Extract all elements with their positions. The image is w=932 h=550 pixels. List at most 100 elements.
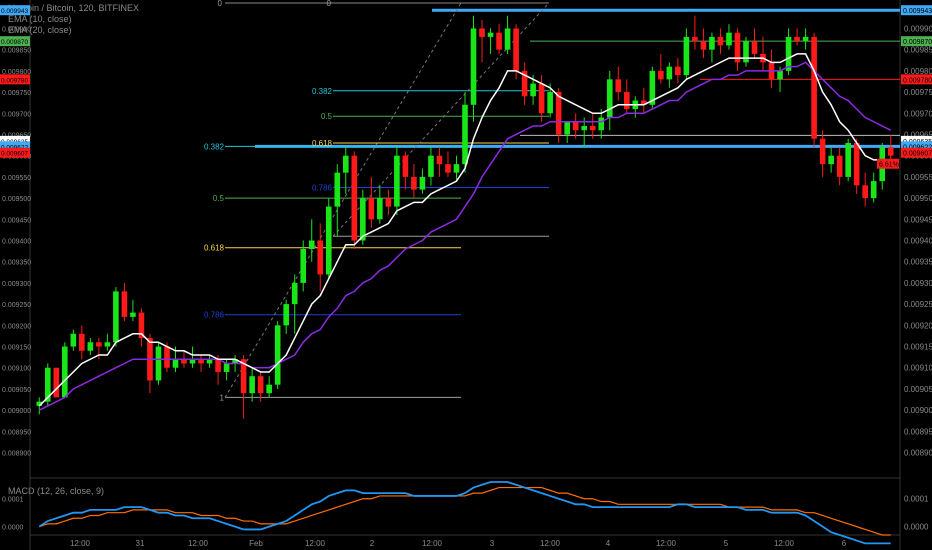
candle-body	[113, 291, 119, 343]
fib-percent-label: 6.61%	[879, 162, 899, 169]
y-tick-label-left: 0.009050	[2, 387, 31, 394]
candle-body	[487, 32, 494, 37]
y-tick-label-right: 0.009200	[904, 321, 932, 330]
candle-body	[717, 36, 724, 46]
x-tick-label: 12:00	[70, 539, 91, 548]
candle-body	[96, 342, 102, 347]
fib-level-label: 0.618	[312, 139, 333, 148]
candle-body	[572, 121, 579, 131]
x-tick-label: Feb	[249, 539, 263, 548]
candle-body	[811, 36, 817, 139]
candle-body	[743, 41, 749, 63]
y-tick-label-right: 0.009100	[904, 364, 932, 373]
fib-zero-label: 0	[327, 0, 332, 8]
y-tick-label-right: 0.009300	[904, 279, 932, 288]
macd-tick-label-right: 0.0001	[904, 495, 929, 504]
candle-body	[360, 198, 366, 241]
y-tick-label-left: 0.009150	[2, 345, 31, 352]
candle-body	[700, 41, 707, 50]
price-tag-label: 0.009870	[903, 39, 932, 46]
y-tick-label-left: 0.009300	[2, 281, 31, 288]
candle-body	[419, 176, 426, 190]
candle-body	[709, 36, 715, 50]
y-tick-label-left: 0.008900	[2, 451, 31, 458]
candle-body	[300, 248, 307, 283]
candle-body	[104, 342, 111, 347]
candle-body	[325, 206, 332, 275]
fib-level-label: 0.5	[213, 194, 225, 203]
candle-body	[623, 92, 630, 110]
x-tick-label: 31	[136, 539, 145, 548]
left-price-tag-label: 0.009607	[1, 151, 28, 158]
candle-body	[130, 312, 136, 317]
y-tick-label-left: 0.009700	[2, 111, 31, 118]
fib-zero-label: 0	[218, 0, 223, 8]
candle-body	[794, 36, 800, 42]
candle-body	[479, 28, 485, 37]
x-tick-label: 2	[370, 539, 375, 548]
candle-body	[257, 376, 264, 394]
candle-body	[845, 142, 851, 177]
candle-body	[675, 66, 681, 76]
candle-body	[402, 155, 409, 177]
y-tick-label-left: 0.009250	[2, 302, 31, 309]
candle-body	[606, 79, 613, 118]
y-tick-label-left: 0.009750	[2, 90, 31, 97]
candle-body	[658, 70, 664, 80]
candle-body	[223, 363, 230, 372]
candle-body	[615, 79, 622, 93]
y-tick-label-right: 0.009900	[904, 24, 932, 33]
y-tick-label-right: 0.009550	[904, 173, 932, 182]
candle-body	[377, 198, 383, 220]
candle-body	[870, 181, 877, 199]
x-tick-label: 12:00	[656, 539, 677, 548]
price-tag-label: 0.009607	[903, 151, 932, 158]
candle-body	[598, 117, 605, 131]
x-tick-label: 5	[724, 539, 729, 548]
macd-line	[38, 481, 891, 545]
x-tick-label: 3	[490, 539, 495, 548]
candle-body	[274, 325, 281, 385]
y-tick-label-left: 0.009450	[2, 217, 31, 224]
candle-body	[385, 198, 392, 207]
left-price-tag-label: 0.009780	[1, 77, 28, 84]
candle-body	[291, 282, 298, 305]
price-tag-label: 0.009780	[903, 77, 932, 84]
candle-body	[802, 36, 809, 42]
price-chart[interactable]: 0.0099000.0099000.0098500.0098500.009800…	[0, 0, 932, 550]
y-tick-label-right: 0.009450	[904, 215, 932, 224]
candle-body	[538, 83, 545, 114]
y-tick-label-right: 0.009850	[904, 46, 932, 55]
candle-body	[819, 138, 826, 165]
candle-body	[87, 342, 94, 351]
candle-body	[283, 304, 289, 326]
candle-body	[411, 176, 417, 190]
candle-body	[428, 155, 434, 177]
candle-body	[530, 83, 536, 97]
y-tick-label-left: 0.009900	[2, 26, 31, 33]
candle-body	[172, 359, 179, 368]
fib-level-label: 0.786	[312, 183, 333, 192]
candle-body	[53, 367, 60, 398]
fib-level-label: 0.382	[312, 87, 333, 96]
y-tick-label-left: 0.009000	[2, 408, 31, 415]
candle-body	[394, 155, 400, 207]
y-tick-label-right: 0.009250	[904, 300, 932, 309]
candle-body	[785, 36, 792, 71]
candle-body	[334, 172, 341, 207]
y-tick-label-right: 0.009750	[904, 88, 932, 97]
left-price-tag-label: 0.009943	[1, 8, 28, 15]
fib-level-label: 0.5	[321, 112, 333, 121]
candle-body	[308, 240, 315, 249]
candle-body	[683, 36, 690, 76]
candle-body	[155, 346, 162, 381]
x-tick-label: 12:00	[305, 539, 326, 548]
y-tick-label-right: 0.008900	[904, 449, 932, 458]
y-tick-label-left: 0.009200	[2, 323, 31, 330]
y-tick-label-left: 0.009400	[2, 239, 31, 246]
candle-body	[496, 32, 502, 50]
candle-body	[445, 164, 451, 173]
candle-body	[513, 28, 519, 71]
candle-body	[342, 155, 349, 173]
y-tick-label-left: 0.009850	[2, 48, 31, 55]
